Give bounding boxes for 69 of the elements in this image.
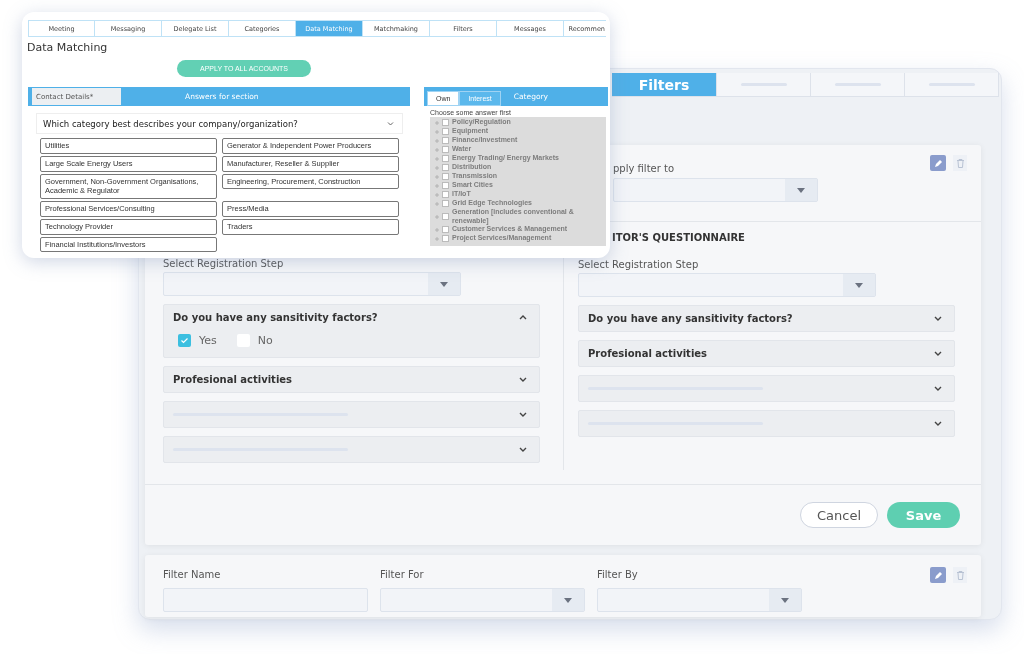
accordion-item[interactable]: Profesional activities (163, 366, 540, 393)
chevron-icon (934, 421, 942, 426)
trash-icon (956, 158, 964, 168)
chevron-icon (387, 121, 394, 126)
accordion-item[interactable]: Do you have any sansitivity factors? (578, 305, 955, 332)
select-field[interactable] (613, 178, 818, 202)
accordion-item[interactable] (578, 410, 955, 437)
field-label: pply filter to (613, 163, 676, 174)
checkbox[interactable] (442, 235, 449, 243)
question-title: Profesional activities (588, 348, 708, 359)
pencil-icon (933, 570, 943, 580)
chevron-icon (934, 316, 942, 321)
select-field[interactable] (380, 588, 585, 612)
chevron-icon (934, 386, 942, 391)
question-dropdown[interactable]: Which category best describes your company/organization? (36, 113, 403, 134)
checkbox[interactable] (442, 137, 449, 144)
field-label: Filter By (597, 569, 639, 580)
chevron-icon (519, 315, 527, 320)
checkbox[interactable] (178, 334, 191, 347)
select-field[interactable] (163, 272, 461, 296)
caret-icon (797, 187, 805, 193)
question-title: Do you have any sansitivity factors? (173, 312, 378, 323)
caret-icon (440, 281, 448, 287)
checkbox[interactable] (442, 155, 449, 162)
question-title: Profesional activities (173, 374, 293, 385)
edit-button[interactable] (930, 155, 946, 171)
section-heading: ITOR'S QUESTIONNAIRE (612, 232, 746, 243)
option-label: No (257, 334, 273, 347)
input-field[interactable] (163, 588, 368, 612)
checkbox[interactable] (442, 128, 449, 135)
caret-icon (855, 282, 863, 288)
field-label: Filter For (380, 569, 425, 580)
accordion-item[interactable]: Profesional activities (578, 340, 955, 367)
chevron-icon (934, 351, 942, 356)
checkbox[interactable] (442, 200, 449, 207)
delete-button[interactable] (953, 155, 967, 171)
accordion-item[interactable]: Do you have any sansitivity factors? Yes No (163, 304, 540, 358)
checkbox[interactable] (442, 182, 449, 189)
checkbox[interactable] (442, 173, 449, 180)
trash-icon (956, 570, 964, 580)
page-title: Data Matching (26, 40, 109, 54)
chevron-icon (519, 447, 527, 452)
checkbox[interactable] (442, 119, 449, 126)
tab[interactable] (717, 73, 811, 97)
select-field[interactable] (578, 273, 876, 297)
field-label: Select Registration Step (163, 258, 285, 269)
chevron-icon (519, 412, 527, 417)
checkbox[interactable] (442, 146, 449, 153)
checkbox[interactable] (442, 191, 449, 198)
accordion-item[interactable] (163, 401, 540, 428)
option-label: Yes (199, 334, 217, 347)
caret-icon (564, 597, 572, 603)
accordion-item[interactable] (163, 436, 540, 463)
checkbox[interactable] (442, 213, 449, 221)
cancel-button[interactable]: Cancel (800, 502, 878, 528)
checkbox[interactable] (442, 164, 449, 171)
chevron-icon (519, 377, 527, 382)
question-title: Do you have any sansitivity factors? (588, 313, 793, 324)
tab[interactable] (905, 73, 999, 97)
checkbox[interactable] (442, 226, 449, 234)
check-icon (180, 336, 189, 345)
accordion-item[interactable] (578, 375, 955, 402)
delete-button[interactable] (953, 567, 967, 583)
field-label: Select Registration Step (578, 259, 700, 270)
edit-button[interactable] (930, 567, 946, 583)
field-label: Filter Name (163, 569, 222, 580)
select-field[interactable] (597, 588, 802, 612)
caret-icon (781, 597, 789, 603)
pencil-icon (933, 158, 943, 168)
